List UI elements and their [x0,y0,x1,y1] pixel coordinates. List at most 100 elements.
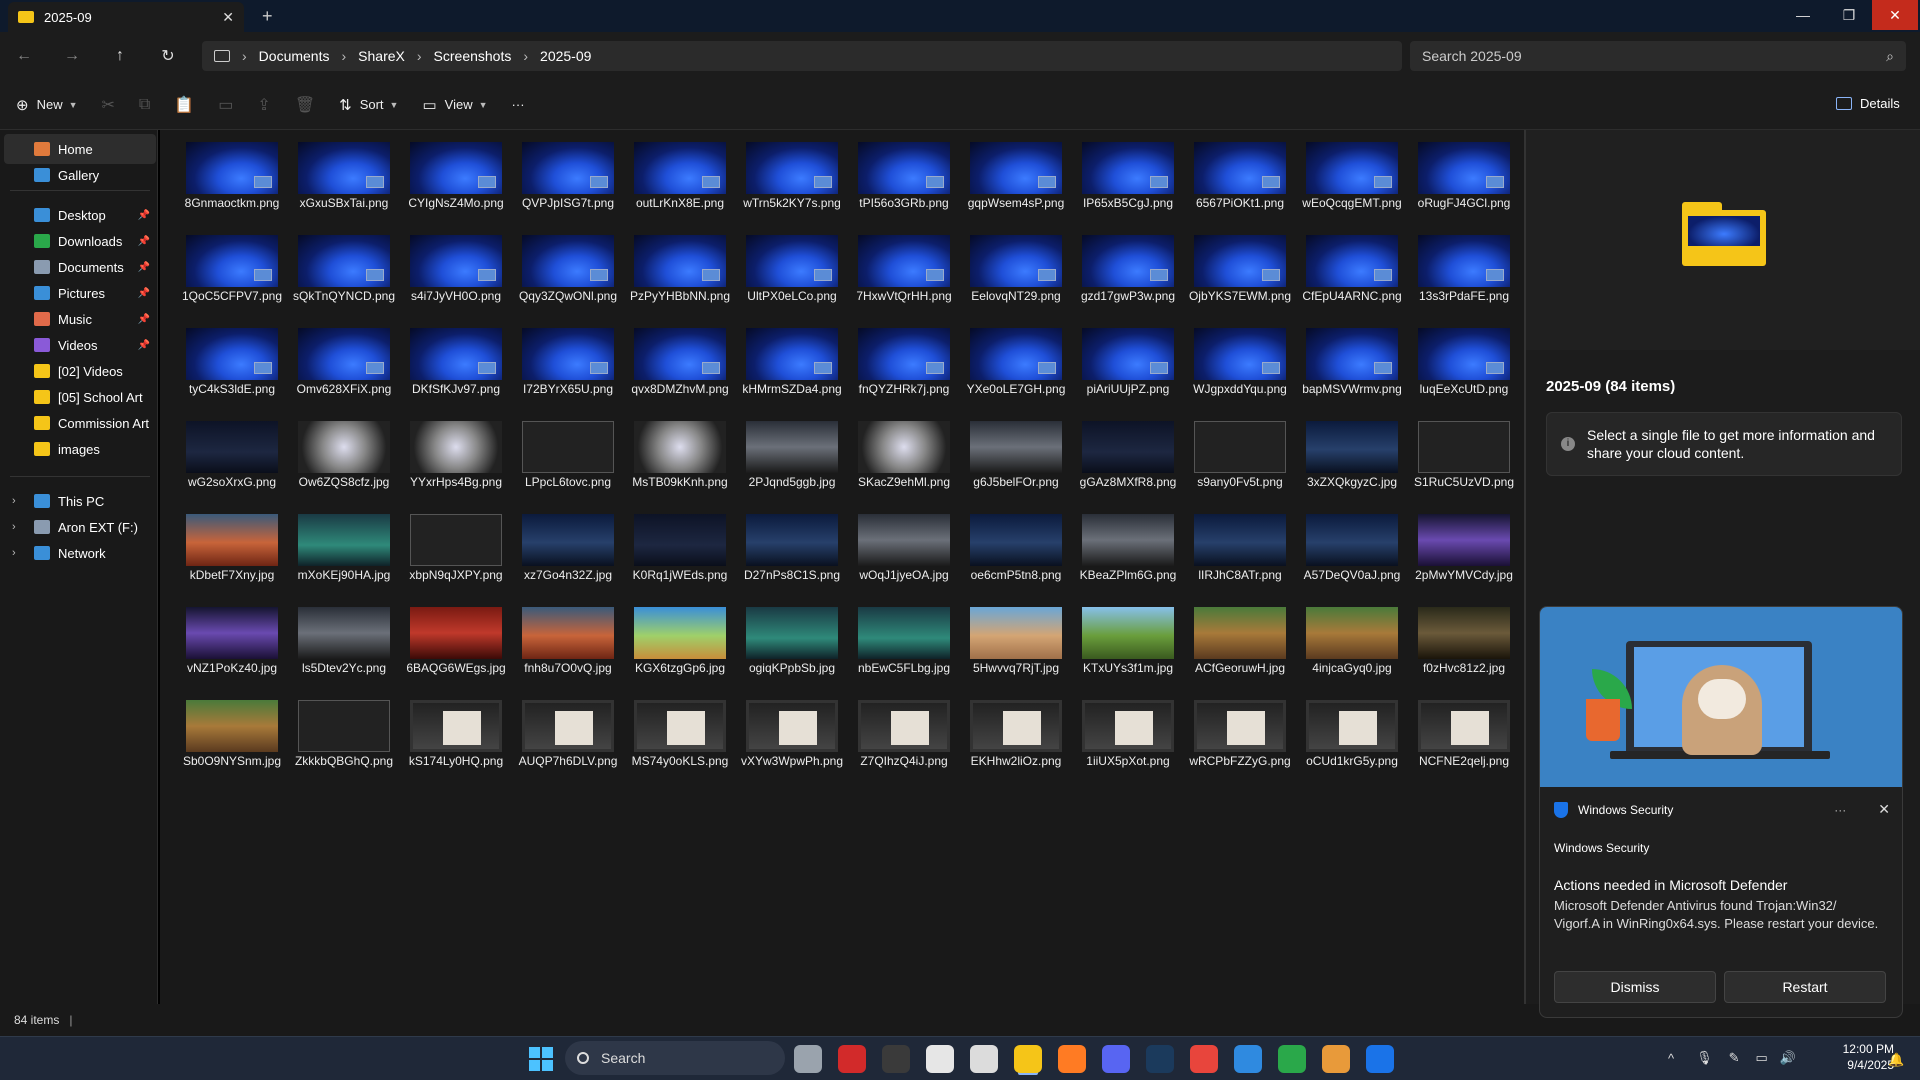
breadcrumb-2025-09[interactable]: 2025-09 [540,48,591,64]
discord-icon[interactable] [1102,1045,1130,1073]
sort-button[interactable]: ⇅ Sort ▼ [339,96,398,114]
file-item[interactable]: ogiqKPpbSb.jpg [736,599,848,693]
file-item[interactable]: 7HxwVtQrHH.png [848,227,960,321]
file-item[interactable]: wTrn5k2KY7s.png [736,134,848,228]
file-item[interactable]: ls5Dtev2Yc.png [288,599,400,693]
file-item[interactable]: luqEeXcUtD.png [1408,320,1520,414]
file-item[interactable]: outLrKnX8E.png [624,134,736,228]
delete-icon[interactable]: 🗑 [295,95,315,115]
expand-icon[interactable]: › [12,521,16,533]
file-item[interactable]: 2pMwYMVCdy.jpg [1408,506,1520,600]
file-item[interactable]: K0Rq1jWEds.png [624,506,736,600]
file-item[interactable]: Z7QIhzQ4iJ.png [848,692,960,786]
file-item[interactable]: D27nPs8C1S.png [736,506,848,600]
chrome-icon[interactable] [1190,1045,1218,1073]
file-item[interactable]: 3xZXQkgyzC.jpg [1296,413,1408,507]
file-item[interactable]: SKacZ9ehMl.png [848,413,960,507]
file-item[interactable]: Sb0O9NYSnm.jpg [176,692,288,786]
file-item[interactable]: MS74y0oKLS.png [624,692,736,786]
file-item[interactable]: gGAz8MXfR8.png [1072,413,1184,507]
file-item[interactable]: 13s3rPdaFE.png [1408,227,1520,321]
sidebar-item-gallery[interactable]: Gallery [4,160,156,190]
file-item[interactable]: lIRJhC8ATr.png [1184,506,1296,600]
rename-icon[interactable]: ▭ [218,95,233,115]
file-item[interactable]: fnQYZHRk7j.png [848,320,960,414]
new-button[interactable]: ⊕ New ▼ [16,96,78,114]
file-item[interactable]: YXe0oLE7GH.png [960,320,1072,414]
file-item[interactable]: PzPyYHBbNN.png [624,227,736,321]
taskbar-search[interactable]: Search [565,1041,785,1075]
file-item[interactable]: bapMSVWrmv.png [1296,320,1408,414]
file-item[interactable]: kDbetF7Xny.jpg [176,506,288,600]
file-item[interactable]: wOqJ1jyeOA.jpg [848,506,960,600]
chevron-up-icon[interactable]: ^ [1668,1051,1674,1066]
start-button[interactable] [527,1045,555,1073]
file-item[interactable]: oe6cmP5tn8.png [960,506,1072,600]
file-item[interactable]: UltPX0eLCo.png [736,227,848,321]
clock[interactable]: 12:00 PM 9/4/2025 [1826,1041,1894,1073]
volume-icon[interactable]: 🔊 [1780,1050,1796,1066]
file-item[interactable]: oRugFJ4GCl.png [1408,134,1520,228]
file-item[interactable]: CfEpU4ARNC.png [1296,227,1408,321]
file-item[interactable]: YYxrHps4Bg.png [400,413,512,507]
file-item[interactable]: nbEwC5FLbg.jpg [848,599,960,693]
forward-button[interactable]: → [48,47,96,65]
file-explorer-icon[interactable] [1014,1045,1042,1073]
file-item[interactable]: g6J5belFOr.png [960,413,1072,507]
chatgpt-icon[interactable] [926,1045,954,1073]
file-item[interactable]: CYIgNsZ4Mo.png [400,134,512,228]
file-item[interactable]: Qqy3ZQwONl.png [512,227,624,321]
file-item[interactable]: NCFNE2qelj.png [1408,692,1520,786]
file-item[interactable]: KGX6tzgGp6.jpg [624,599,736,693]
file-item[interactable]: 1QoC5CFPV7.png [176,227,288,321]
file-item[interactable]: Omv628XFiX.png [288,320,400,414]
sidebar-item-images[interactable]: images [4,434,156,464]
file-item[interactable]: 5Hwvvq7RjT.jpg [960,599,1072,693]
view-button[interactable]: ▭ View ▼ [422,96,487,114]
file-item[interactable]: OjbYKS7EWM.png [1184,227,1296,321]
sharex-icon[interactable] [970,1045,998,1073]
new-tab-button[interactable]: + [262,6,273,27]
file-item[interactable]: MsTB09kKnh.png [624,413,736,507]
mod-tool-icon[interactable] [1322,1045,1350,1073]
close-window-button[interactable]: ✕ [1872,0,1918,30]
file-item[interactable]: LPpcL6tovc.png [512,413,624,507]
voicemeeter-icon[interactable] [838,1045,866,1073]
display-icon[interactable]: ▭ [1756,1050,1768,1066]
file-item[interactable]: wRCPbFZZyG.png [1184,692,1296,786]
file-item[interactable]: xbpN9qJXPY.png [400,506,512,600]
file-item[interactable]: 6BAQG6WEgs.jpg [400,599,512,693]
file-item[interactable]: kS174Ly0HQ.png [400,692,512,786]
steam-icon[interactable] [1146,1045,1174,1073]
chrome-beta-icon[interactable] [1278,1045,1306,1073]
search-icon[interactable]: ⌕ [1886,48,1894,65]
up-button[interactable]: ↑ [96,47,144,65]
more-options-button[interactable]: ··· [512,97,525,112]
file-item[interactable]: wG2soXrxG.png [176,413,288,507]
toast-more-button[interactable]: ··· [1834,803,1846,817]
breadcrumb-sharex[interactable]: ShareX [358,48,405,64]
obs-icon[interactable] [882,1045,910,1073]
file-item[interactable]: 4injcaGyq0.jpg [1296,599,1408,693]
file-item[interactable]: 1iiUX5pXot.png [1072,692,1184,786]
microphone-icon[interactable]: 🎙 [1696,1050,1713,1066]
task-view-icon[interactable] [794,1045,822,1073]
firefox-icon[interactable] [1058,1045,1086,1073]
restart-button[interactable]: Restart [1724,971,1886,1003]
pen-icon[interactable]: ✎ [1729,1050,1740,1066]
file-item[interactable]: ZkkkbQBGhQ.png [288,692,400,786]
file-item[interactable]: f0zHvc81z2.jpg [1408,599,1520,693]
expand-icon[interactable]: › [12,495,16,507]
file-item[interactable]: Ow6ZQS8cfz.jpg [288,413,400,507]
file-item[interactable]: tPI56o3GRb.png [848,134,960,228]
search-input[interactable]: Search 2025-09 ⌕ [1410,41,1906,71]
file-item[interactable]: s4i7JyVH0O.png [400,227,512,321]
notification-icon[interactable]: 🔔 [1888,1052,1904,1068]
file-item[interactable]: I72BYrX65U.png [512,320,624,414]
toast-close-button[interactable]: ✕ [1878,801,1890,818]
paste-icon[interactable]: 📋 [174,95,194,115]
minimize-button[interactable]: — [1780,0,1826,30]
file-item[interactable]: kHMrmSZDa4.png [736,320,848,414]
cut-icon[interactable]: ✂ [102,95,115,115]
file-item[interactable]: EelovqNT29.png [960,227,1072,321]
